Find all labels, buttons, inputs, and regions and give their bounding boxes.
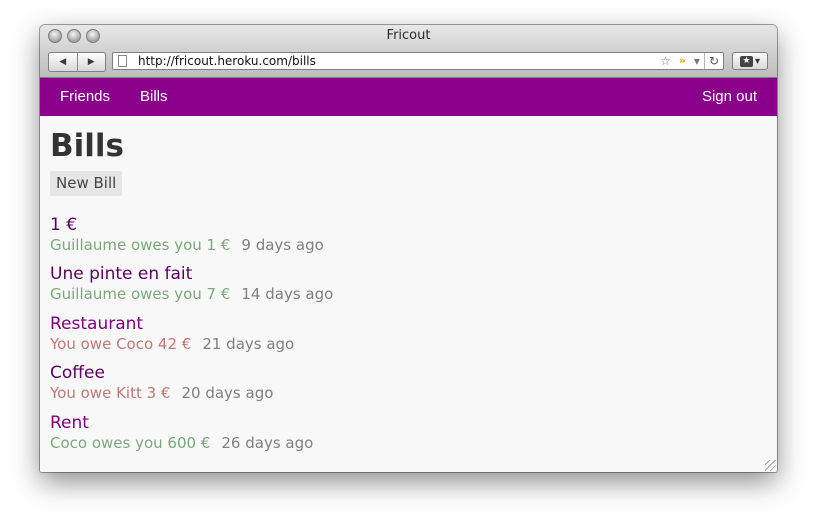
forward-arrow-icon: ▶ xyxy=(87,57,95,67)
bill-item: Rent Coco owes you 600 € 26 days ago xyxy=(50,412,313,452)
bill-date: 26 days ago xyxy=(221,434,314,452)
app-navbar: Friends Bills Sign out xyxy=(40,78,777,116)
bill-item: Une pinte en fait Guillaume owes you 7 €… xyxy=(50,263,333,303)
nav-friends-link[interactable]: Friends xyxy=(60,78,110,116)
bookmarks-menu-button[interactable]: ★ ▾ xyxy=(732,52,768,70)
bill-title-link[interactable]: Restaurant xyxy=(50,313,294,335)
bill-title-link[interactable]: Coffee xyxy=(50,362,273,384)
bill-summary: Guillaume owes you 1 € xyxy=(50,236,231,254)
nav-bills-link[interactable]: Bills xyxy=(140,78,168,116)
address-bar[interactable]: http://fricout.heroku.com/bills ☆ » ▾ ↻ xyxy=(112,52,724,70)
bill-meta: Guillaume owes you 7 € 14 days ago xyxy=(50,285,333,303)
bill-title-link[interactable]: Une pinte en fait xyxy=(50,263,333,285)
bill-meta: Coco owes you 600 € 26 days ago xyxy=(50,434,313,452)
bill-title-link[interactable]: Rent xyxy=(50,412,313,434)
forward-button[interactable]: ▶ xyxy=(76,53,106,71)
address-bar-actions: ☆ » ▾ ↻ xyxy=(656,53,723,69)
bill-date: 21 days ago xyxy=(202,335,295,353)
main-content: Bills New Bill 1 € Guillaume owes you 1 … xyxy=(40,116,777,472)
bill-summary: Coco owes you 600 € xyxy=(50,434,211,452)
back-button[interactable]: ◀ xyxy=(49,53,77,71)
history-buttons: ◀ ▶ xyxy=(48,52,106,72)
bookmarks-icon: ★ xyxy=(739,55,753,67)
page-title: Bills xyxy=(50,128,124,164)
page-icon xyxy=(118,55,127,67)
bill-date: 20 days ago xyxy=(181,384,274,402)
bill-summary: You owe Coco 42 € xyxy=(50,335,192,353)
browser-toolbar: Fricout ◀ ▶ http://fricout.heroku.com/bi… xyxy=(40,25,777,78)
chevron-down-icon[interactable]: ▾ xyxy=(690,53,704,69)
chevron-down-icon: ▾ xyxy=(754,55,761,67)
bill-meta: You owe Kitt 3 € 20 days ago xyxy=(50,384,273,402)
reload-icon[interactable]: ↻ xyxy=(703,53,723,69)
sign-out-link[interactable]: Sign out xyxy=(702,78,757,116)
bill-summary: You owe Kitt 3 € xyxy=(50,384,171,402)
new-bill-button[interactable]: New Bill xyxy=(50,171,123,196)
bill-item: 1 € Guillaume owes you 1 € 9 days ago xyxy=(50,214,324,254)
bill-meta: Guillaume owes you 1 € 9 days ago xyxy=(50,236,324,254)
resize-grip[interactable] xyxy=(765,460,776,471)
bill-summary: Guillaume owes you 7 € xyxy=(50,285,231,303)
bill-date: 14 days ago xyxy=(241,285,334,303)
star-icon[interactable]: ☆ xyxy=(656,53,675,69)
browser-window: Fricout ◀ ▶ http://fricout.heroku.com/bi… xyxy=(40,25,777,472)
bill-item: Restaurant You owe Coco 42 € 21 days ago xyxy=(50,313,294,353)
bill-date: 9 days ago xyxy=(241,236,324,254)
url-text[interactable]: http://fricout.heroku.com/bills xyxy=(138,54,316,68)
window-title: Fricout xyxy=(386,28,431,43)
bill-title-link[interactable]: 1 € xyxy=(50,214,324,236)
back-arrow-icon: ◀ xyxy=(59,57,67,67)
rss-icon[interactable]: » xyxy=(675,53,690,69)
bill-meta: You owe Coco 42 € 21 days ago xyxy=(50,335,294,353)
bill-item: Coffee You owe Kitt 3 € 20 days ago xyxy=(50,362,273,402)
